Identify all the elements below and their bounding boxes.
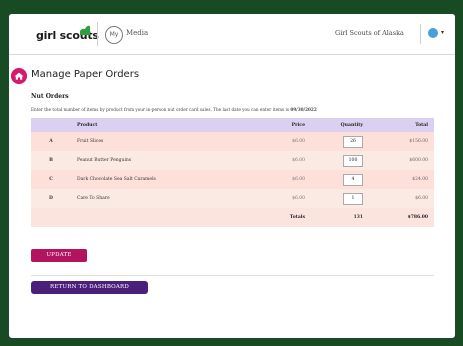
table-header-row: Product Price Quantity Total bbox=[31, 118, 434, 132]
row-price: $6.00 bbox=[221, 151, 311, 170]
quantity-input[interactable]: 4 bbox=[343, 173, 363, 186]
row-letter: C bbox=[31, 170, 71, 189]
update-button[interactable]: UPDATE bbox=[31, 249, 87, 262]
home-icon[interactable] bbox=[11, 68, 27, 84]
row-product: Care To Share bbox=[71, 189, 221, 208]
row-product: Dark Chocolate Sea Salt Caramels bbox=[71, 170, 221, 189]
orders-table: Product Price Quantity Total A Fruit Sli… bbox=[31, 118, 434, 227]
totals-row: Totals 131 $786.00 bbox=[31, 208, 434, 227]
table-row: D Care To Share $6.00 1 $6.00 bbox=[31, 189, 434, 208]
top-header: girl scouts My Media Girl Scouts of Alas… bbox=[9, 14, 455, 55]
row-price: $6.00 bbox=[221, 189, 311, 208]
header-divider-right bbox=[420, 24, 421, 44]
row-total: $156.00 bbox=[369, 132, 434, 151]
chevron-down-icon[interactable]: ▾ bbox=[441, 29, 444, 36]
totals-label: Totals bbox=[221, 208, 311, 227]
row-quantity-cell: 4 bbox=[311, 170, 369, 189]
deadline-date: 09/30/2022 bbox=[290, 107, 317, 112]
totals-empty-product bbox=[71, 208, 221, 227]
col-header-price: Price bbox=[221, 118, 311, 132]
row-total: $600.00 bbox=[369, 151, 434, 170]
header-divider bbox=[97, 22, 98, 46]
app-window: girl scouts My Media Girl Scouts of Alas… bbox=[9, 14, 455, 338]
instructions-prefix: Enter the total number of items by produ… bbox=[31, 107, 291, 112]
row-quantity-cell: 1 bbox=[311, 189, 369, 208]
section-divider bbox=[31, 275, 434, 276]
table-row: C Dark Chocolate Sea Salt Caramels $6.00… bbox=[31, 170, 434, 189]
row-letter: A bbox=[31, 132, 71, 151]
col-header-quantity: Quantity bbox=[311, 118, 369, 132]
section-title: Nut Orders bbox=[31, 93, 69, 100]
row-quantity-cell: 100 bbox=[311, 151, 369, 170]
my-badge[interactable]: My bbox=[105, 26, 123, 44]
row-price: $6.00 bbox=[221, 170, 311, 189]
page-title: Manage Paper Orders bbox=[31, 69, 140, 80]
quantity-input[interactable]: 100 bbox=[343, 154, 363, 167]
return-to-dashboard-button[interactable]: RETURN TO DASHBOARD bbox=[31, 281, 148, 294]
row-total: $6.00 bbox=[369, 189, 434, 208]
col-header-product: Product bbox=[71, 118, 221, 132]
table-row: B Peanut Butter Penguins $6.00 100 $600.… bbox=[31, 151, 434, 170]
col-header-letter bbox=[31, 118, 71, 132]
row-price: $6.00 bbox=[221, 132, 311, 151]
totals-empty-letter bbox=[31, 208, 71, 227]
quantity-input[interactable]: 26 bbox=[343, 135, 363, 148]
row-letter: D bbox=[31, 189, 71, 208]
media-link[interactable]: Media bbox=[126, 29, 148, 37]
row-letter: B bbox=[31, 151, 71, 170]
row-product: Peanut Butter Penguins bbox=[71, 151, 221, 170]
council-name[interactable]: Girl Scouts of Alaska bbox=[335, 29, 404, 37]
totals-amount: $786.00 bbox=[369, 208, 434, 227]
trefoil-icon bbox=[80, 25, 90, 35]
app-frame: girl scouts My Media Girl Scouts of Alas… bbox=[0, 0, 463, 346]
row-quantity-cell: 26 bbox=[311, 132, 369, 151]
quantity-input[interactable]: 1 bbox=[343, 192, 363, 205]
row-total: $24.00 bbox=[369, 170, 434, 189]
instructions-text: Enter the total number of items by produ… bbox=[31, 107, 317, 112]
col-header-total: Total bbox=[369, 118, 434, 132]
globe-icon[interactable] bbox=[428, 28, 438, 38]
table-row: A Fruit Slices $6.00 26 $156.00 bbox=[31, 132, 434, 151]
totals-quantity: 131 bbox=[311, 208, 369, 227]
row-product: Fruit Slices bbox=[71, 132, 221, 151]
